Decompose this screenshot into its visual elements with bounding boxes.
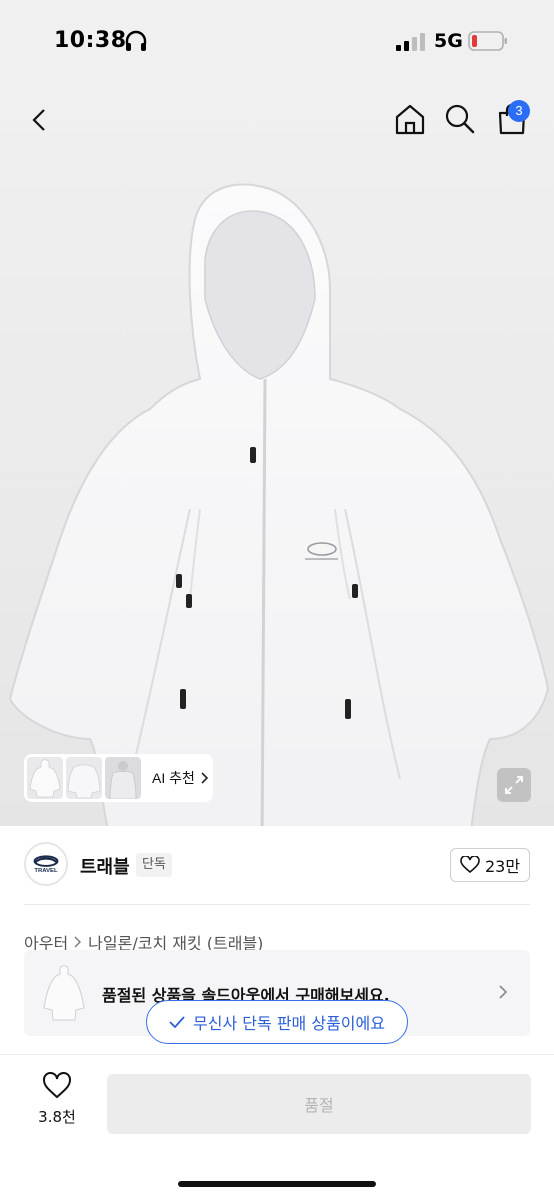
expand-icon: [505, 776, 523, 794]
chevron-right-icon: [201, 772, 209, 784]
chevron-right-icon: [499, 985, 508, 999]
wishlist-button[interactable]: 3.8천: [24, 1072, 90, 1136]
top-navigation: [0, 84, 554, 156]
brand-like-count: 23만: [484, 857, 521, 876]
home-indicator: [178, 1181, 376, 1187]
chevron-right-icon: [74, 936, 82, 948]
cellular-signal-icon: [396, 33, 425, 51]
brand-logo[interactable]: TRAVEL: [24, 842, 68, 886]
brand-name[interactable]: 트래블: [80, 853, 130, 879]
brand-logo-text: TRAVEL: [34, 868, 58, 874]
headphones-icon: [125, 30, 147, 51]
status-bar: 10:38 5G: [0, 0, 554, 84]
soldout-product-thumbnail: [38, 964, 90, 1022]
chevron-left-icon[interactable]: [24, 104, 56, 136]
home-icon[interactable]: [394, 102, 426, 136]
network-label: 5G: [434, 30, 463, 52]
thumbnail-front[interactable]: [27, 757, 63, 799]
search-icon[interactable]: [444, 102, 476, 136]
bottom-bar-divider: [0, 1054, 554, 1055]
ai-recommend-button[interactable]: AI 추천: [152, 768, 209, 788]
ai-recommend-label: AI 추천: [152, 770, 195, 786]
exclusive-tag: 단독: [136, 853, 172, 877]
expand-image-button[interactable]: [497, 768, 531, 802]
product-image[interactable]: AI 추천: [0, 84, 554, 826]
check-icon: [169, 1016, 185, 1028]
brand-like-button[interactable]: 23만: [450, 848, 530, 882]
wishlist-count: 3.8천: [38, 1108, 76, 1126]
jacket-illustration: [8, 183, 550, 826]
status-time: 10:38: [54, 28, 127, 53]
exclusive-sale-pill: 무신사 단독 판매 상품이에요: [146, 1000, 408, 1044]
cart-count-badge: 3: [508, 100, 530, 122]
battery-low-icon: [468, 31, 507, 51]
heart-icon: [43, 1072, 71, 1099]
brand-row: TRAVEL 트래블 단독 23만: [24, 840, 530, 890]
thumbnail-model[interactable]: [105, 757, 141, 799]
heart-icon: [460, 856, 480, 874]
exclusive-sale-text: 무신사 단독 판매 상품이에요: [193, 1014, 385, 1033]
thumbnail-back[interactable]: [66, 757, 102, 799]
divider: [24, 904, 530, 905]
thumbnail-strip: AI 추천: [24, 754, 213, 802]
buy-button-soldout[interactable]: 품절: [107, 1074, 531, 1134]
